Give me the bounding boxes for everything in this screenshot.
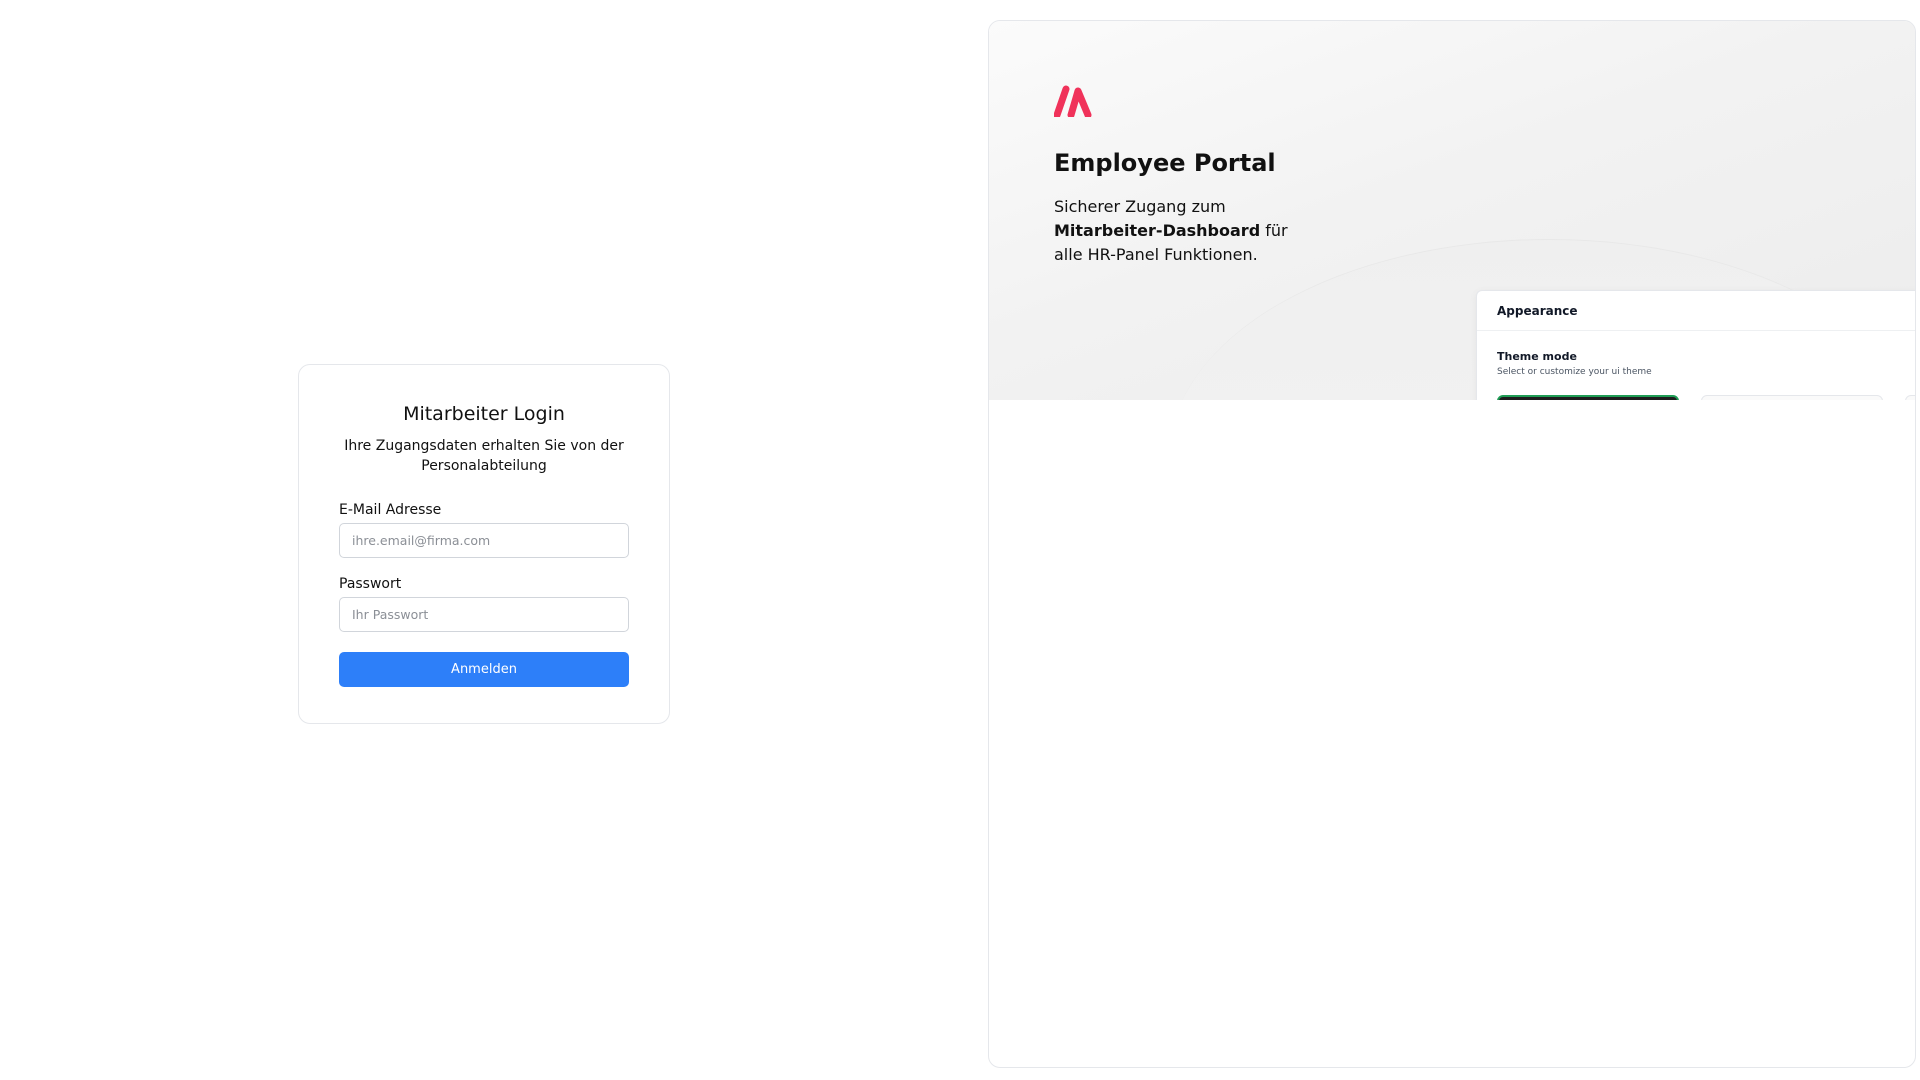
promo-desc-prefix: Sicherer Zugang zum [1054,197,1226,216]
preview-theme-option-dark [1497,395,1679,400]
promo-description: Sicherer Zugang zum Mitarbeiter-Dashboar… [1054,195,1314,267]
password-input[interactable] [339,596,629,632]
login-title: Mitarbeiter Login [403,403,565,425]
preview-theme-option-light [1701,395,1883,400]
password-field-group: Passwort [339,576,629,632]
email-label: E-Mail Adresse [339,501,442,518]
promo-hero: Employee Portal Sicherer Zugang zum Mita… [989,21,1915,400]
appearance-preview-card: Appearance Theme mode Select or customiz… [1476,290,1915,400]
email-field-group: E-Mail Adresse [339,502,629,558]
login-button[interactable]: Anmelden [339,651,629,687]
promo-title: Employee Portal [1054,149,1276,177]
preview-theme-option-more [1905,395,1915,400]
promo-panel: Employee Portal Sicherer Zugang zum Mita… [988,20,1916,1068]
password-label: Passwort [339,575,402,592]
preview-section-title: Theme mode [1497,350,1577,363]
preview-header: Appearance [1477,291,1915,331]
email-input[interactable] [339,522,629,558]
promo-desc-highlight: Mitarbeiter-Dashboard [1054,221,1261,240]
preview-section-subtitle: Select or customize your ui theme [1497,367,1652,377]
brand-logo-icon [1054,85,1092,117]
login-subtitle: Ihre Zugangsdaten erhalten Sie von der P… [344,437,624,474]
login-card: Mitarbeiter Login Ihre Zugangsdaten erha… [298,364,670,724]
